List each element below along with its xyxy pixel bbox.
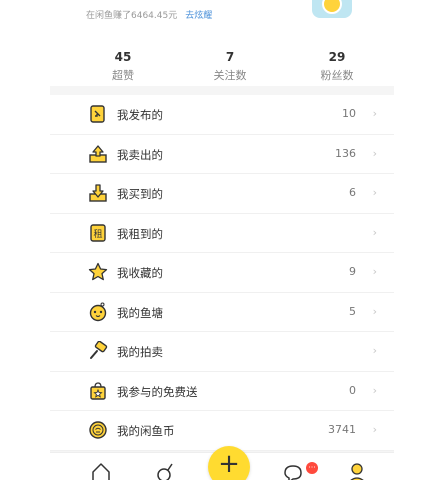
chevron-right-icon: ›	[372, 304, 377, 318]
publish-button[interactable]: +	[208, 446, 250, 480]
stat-following[interactable]: 7 关注数	[190, 50, 270, 83]
stat-following-label: 关注数	[213, 69, 247, 82]
menu-item-label: 我的拍卖	[117, 345, 163, 359]
stat-likes[interactable]: 45 超赞	[83, 50, 163, 83]
chevron-right-icon: ›	[372, 225, 377, 239]
menu-item-label: 我收藏的	[117, 266, 163, 280]
earnings-text: 在闲鱼赚了6464.45元	[86, 11, 178, 21]
menu-item-count: 9	[349, 265, 356, 278]
chevron-right-icon: ›	[372, 423, 377, 436]
star-icon	[88, 262, 108, 281]
profile-icon[interactable]	[346, 461, 368, 480]
alarm-clock-icon	[322, 0, 342, 14]
stat-likes-value: 45	[114, 50, 132, 64]
chevron-right-icon: ›	[372, 146, 377, 160]
stat-following-value: 7	[225, 50, 235, 64]
menu-item-count: 3741	[328, 423, 356, 436]
menu-item-sold[interactable]: 我卖出的 136 ›	[50, 135, 394, 174]
message-badge: ···	[306, 462, 318, 474]
menu-item-count: 136	[335, 146, 356, 160]
auction-hammer-icon	[90, 341, 108, 359]
menu-item-label: 我卖出的	[117, 147, 163, 162]
menu-item-fishpond[interactable]: 我的鱼塘 5 ›	[50, 293, 394, 332]
menu-item-label: 我发布的	[117, 108, 163, 122]
menu-item-label: 我买到的	[117, 187, 163, 201]
menu-item-count: 5	[349, 304, 356, 318]
gift-bag-icon	[90, 381, 106, 400]
chevron-right-icon: ›	[372, 107, 377, 120]
menu-item-label: 我的鱼塘	[117, 305, 163, 320]
stat-followers-value: 29	[328, 50, 346, 64]
menu-item-count: 0	[349, 383, 356, 397]
home-icon[interactable]	[90, 461, 112, 480]
fishpond-icon	[89, 302, 107, 321]
bought-box-icon	[89, 184, 107, 202]
earnings-line: 在闲鱼赚了6464.45元 去炫耀	[86, 8, 212, 21]
menu-list: 我发布的 10 › 我卖出的 136 › 我买到的 6 › 租 我租到的 › 我…	[50, 95, 394, 451]
menu-item-bought[interactable]: 我买到的 6 ›	[50, 174, 394, 214]
sold-box-icon	[89, 144, 107, 163]
message-icon[interactable]	[282, 461, 304, 480]
menu-item-published[interactable]: 我发布的 10 ›	[50, 95, 394, 135]
chevron-right-icon: ›	[372, 265, 377, 278]
rent-tag-icon-text: 租	[93, 229, 102, 240]
menu-item-label: 我参与的免费送	[117, 384, 198, 399]
rent-tag-icon: 租	[90, 223, 106, 242]
menu-item-free-giveaway[interactable]: 我参与的免费送 0 ›	[50, 372, 394, 411]
chevron-right-icon: ›	[372, 344, 377, 357]
menu-item-label: 我的闲鱼币	[117, 424, 175, 438]
show-off-link[interactable]: 去炫耀	[185, 11, 212, 21]
menu-item-label: 我租到的	[117, 226, 163, 241]
stat-followers-label: 粉丝数	[320, 69, 354, 82]
menu-item-coins[interactable]: 我的闲鱼币 3741 ›	[50, 411, 394, 451]
chevron-right-icon: ›	[372, 383, 377, 397]
published-doc-icon	[90, 105, 105, 123]
menu-item-auction[interactable]: 我的拍卖 ›	[50, 332, 394, 372]
menu-item-count: 10	[342, 107, 356, 120]
stat-likes-label: 超赞	[112, 69, 134, 82]
profile-summary: 在闲鱼赚了6464.45元 去炫耀 45 超赞 7 关注数 29 粉丝数	[50, 0, 394, 86]
promo-banner[interactable]	[312, 0, 352, 18]
menu-item-favorites[interactable]: 我收藏的 9 ›	[50, 253, 394, 293]
menu-item-rented[interactable]: 租 我租到的 ›	[50, 214, 394, 253]
profile-screen: 在闲鱼赚了6464.45元 去炫耀 45 超赞 7 关注数 29 粉丝数 我发布的…	[50, 0, 394, 480]
fishpond-tab-icon[interactable]	[154, 461, 176, 480]
chevron-right-icon: ›	[372, 186, 377, 199]
plus-icon: +	[218, 449, 240, 479]
menu-item-count: 6	[349, 186, 356, 199]
stat-followers[interactable]: 29 粉丝数	[297, 50, 377, 83]
coin-icon	[89, 421, 107, 439]
